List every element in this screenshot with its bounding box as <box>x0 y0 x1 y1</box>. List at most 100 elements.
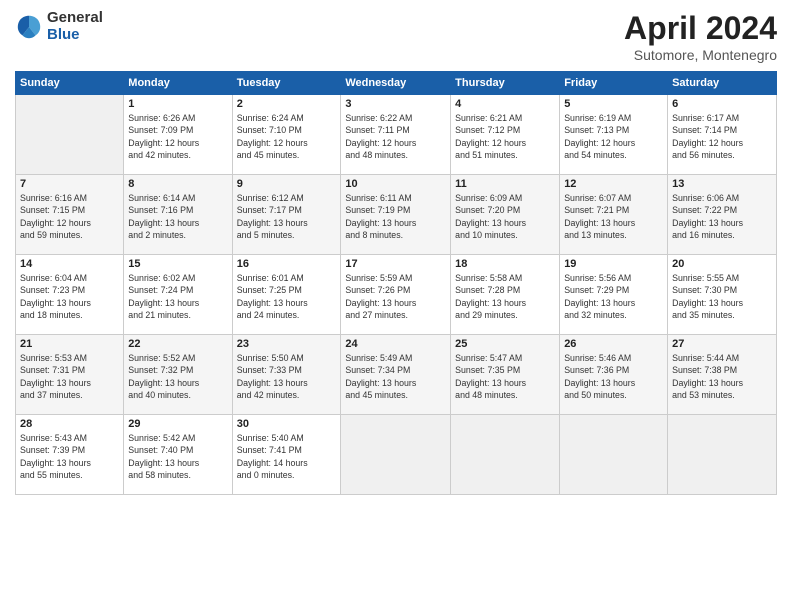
calendar-cell-w2-d1: 7 Sunrise: 6:16 AM Sunset: 7:15 PM Daylig… <box>16 175 124 255</box>
day-number-7: 7 <box>20 178 119 190</box>
day-info-8: Sunrise: 6:14 AM Sunset: 7:16 PM Dayligh… <box>128 192 227 241</box>
day-number-14: 14 <box>20 258 119 270</box>
day-number-10: 10 <box>345 178 446 190</box>
day-info-15: Sunrise: 6:02 AM Sunset: 7:24 PM Dayligh… <box>128 272 227 321</box>
day-number-23: 23 <box>237 338 337 350</box>
day-info-11: Sunrise: 6:09 AM Sunset: 7:20 PM Dayligh… <box>455 192 555 241</box>
logo-icon <box>15 13 43 41</box>
day-number-16: 16 <box>237 258 337 270</box>
calendar-cell-w4-d5: 25Sunrise: 5:47 AM Sunset: 7:35 PM Dayli… <box>451 335 560 415</box>
calendar-cell-w3-d2: 15 Sunrise: 6:02 AM Sunset: 7:24 PM Dayli… <box>124 255 232 335</box>
calendar-cell-w1-d2: 1Sunrise: 6:26 AM Sunset: 7:09 PM Daylig… <box>124 95 232 175</box>
day-number-20: 20 <box>672 258 772 270</box>
header-thursday: Thursday <box>451 72 560 95</box>
day-number-24: 24 <box>345 338 446 350</box>
calendar-cell-w5-d6 <box>560 415 668 495</box>
day-number-5: 5 <box>564 98 663 110</box>
calendar-cell-w1-d4: 3 Sunrise: 6:22 AM Sunset: 7:11 PM Daylig… <box>341 95 451 175</box>
day-number-3: 3 <box>345 98 446 110</box>
calendar-cell-w1-d1 <box>16 95 124 175</box>
day-info-13: Sunrise: 6:06 AM Sunset: 7:22 PM Dayligh… <box>672 192 772 241</box>
header: General Blue April 2024 Sutomore, Monten… <box>15 10 777 63</box>
calendar-cell-w1-d3: 2 Sunrise: 6:24 AM Sunset: 7:10 PM Daylig… <box>232 95 341 175</box>
logo-text: General Blue <box>47 10 103 43</box>
header-tuesday: Tuesday <box>232 72 341 95</box>
day-info-24: Sunrise: 5:49 AM Sunset: 7:34 PM Dayligh… <box>345 352 446 401</box>
day-number-12: 12 <box>564 178 663 190</box>
calendar-week-5: 28Sunrise: 5:43 AM Sunset: 7:39 PM Dayli… <box>16 415 777 495</box>
day-number-4: 4 <box>455 98 555 110</box>
day-info-30: Sunrise: 5:40 AM Sunset: 7:41 PM Dayligh… <box>237 432 337 481</box>
calendar-cell-w1-d5: 4 Sunrise: 6:21 AM Sunset: 7:12 PM Daylig… <box>451 95 560 175</box>
day-info-10: Sunrise: 6:11 AM Sunset: 7:19 PM Dayligh… <box>345 192 446 241</box>
calendar-cell-w3-d7: 20 Sunrise: 5:55 AM Sunset: 7:30 PM Dayli… <box>668 255 777 335</box>
calendar-cell-w4-d3: 23 Sunrise: 5:50 AM Sunset: 7:33 PM Dayli… <box>232 335 341 415</box>
page-container: General Blue April 2024 Sutomore, Monten… <box>0 0 792 505</box>
calendar-cell-w1-d6: 5Sunrise: 6:19 AM Sunset: 7:13 PM Daylig… <box>560 95 668 175</box>
calendar-cell-w2-d7: 13 Sunrise: 6:06 AM Sunset: 7:22 PM Dayli… <box>668 175 777 255</box>
calendar-cell-w4-d2: 22 Sunrise: 5:52 AM Sunset: 7:32 PM Dayli… <box>124 335 232 415</box>
title-block: April 2024 Sutomore, Montenegro <box>624 10 777 63</box>
calendar-cell-w5-d4 <box>341 415 451 495</box>
day-number-11: 11 <box>455 178 555 190</box>
day-info-7: Sunrise: 6:16 AM Sunset: 7:15 PM Dayligh… <box>20 192 119 241</box>
calendar-week-4: 21 Sunrise: 5:53 AM Sunset: 7:31 PM Dayli… <box>16 335 777 415</box>
logo: General Blue <box>15 10 103 43</box>
day-number-6: 6 <box>672 98 772 110</box>
day-number-22: 22 <box>128 338 227 350</box>
day-info-20: Sunrise: 5:55 AM Sunset: 7:30 PM Dayligh… <box>672 272 772 321</box>
calendar-cell-w4-d4: 24 Sunrise: 5:49 AM Sunset: 7:34 PM Dayli… <box>341 335 451 415</box>
day-number-17: 17 <box>345 258 446 270</box>
day-number-18: 18 <box>455 258 555 270</box>
day-info-21: Sunrise: 5:53 AM Sunset: 7:31 PM Dayligh… <box>20 352 119 401</box>
day-info-25: Sunrise: 5:47 AM Sunset: 7:35 PM Dayligh… <box>455 352 555 401</box>
calendar-cell-w4-d7: 27Sunrise: 5:44 AM Sunset: 7:38 PM Dayli… <box>668 335 777 415</box>
day-info-26: Sunrise: 5:46 AM Sunset: 7:36 PM Dayligh… <box>564 352 663 401</box>
calendar-cell-w3-d4: 17 Sunrise: 5:59 AM Sunset: 7:26 PM Dayli… <box>341 255 451 335</box>
calendar-cell-w5-d7 <box>668 415 777 495</box>
day-number-13: 13 <box>672 178 772 190</box>
day-number-28: 28 <box>20 418 119 430</box>
calendar-cell-w2-d5: 11 Sunrise: 6:09 AM Sunset: 7:20 PM Dayli… <box>451 175 560 255</box>
day-info-9: Sunrise: 6:12 AM Sunset: 7:17 PM Dayligh… <box>237 192 337 241</box>
calendar-cell-w1-d7: 6 Sunrise: 6:17 AM Sunset: 7:14 PM Daylig… <box>668 95 777 175</box>
day-number-15: 15 <box>128 258 227 270</box>
calendar-cell-w5-d3: 30 Sunrise: 5:40 AM Sunset: 7:41 PM Dayli… <box>232 415 341 495</box>
calendar-cell-w5-d1: 28Sunrise: 5:43 AM Sunset: 7:39 PM Dayli… <box>16 415 124 495</box>
day-number-29: 29 <box>128 418 227 430</box>
day-info-23: Sunrise: 5:50 AM Sunset: 7:33 PM Dayligh… <box>237 352 337 401</box>
calendar-location: Sutomore, Montenegro <box>624 47 777 63</box>
day-number-8: 8 <box>128 178 227 190</box>
calendar-cell-w3-d6: 19 Sunrise: 5:56 AM Sunset: 7:29 PM Dayli… <box>560 255 668 335</box>
day-info-6: Sunrise: 6:17 AM Sunset: 7:14 PM Dayligh… <box>672 112 772 161</box>
header-sunday: Sunday <box>16 72 124 95</box>
calendar-cell-w2-d2: 8 Sunrise: 6:14 AM Sunset: 7:16 PM Daylig… <box>124 175 232 255</box>
day-info-2: Sunrise: 6:24 AM Sunset: 7:10 PM Dayligh… <box>237 112 337 161</box>
calendar-cell-w4-d1: 21 Sunrise: 5:53 AM Sunset: 7:31 PM Dayli… <box>16 335 124 415</box>
day-number-19: 19 <box>564 258 663 270</box>
calendar-cell-w5-d5 <box>451 415 560 495</box>
calendar-table: Sunday Monday Tuesday Wednesday Thursday… <box>15 71 777 495</box>
day-number-21: 21 <box>20 338 119 350</box>
header-friday: Friday <box>560 72 668 95</box>
calendar-week-2: 7 Sunrise: 6:16 AM Sunset: 7:15 PM Daylig… <box>16 175 777 255</box>
calendar-cell-w5-d2: 29 Sunrise: 5:42 AM Sunset: 7:40 PM Dayli… <box>124 415 232 495</box>
day-info-29: Sunrise: 5:42 AM Sunset: 7:40 PM Dayligh… <box>128 432 227 481</box>
day-info-17: Sunrise: 5:59 AM Sunset: 7:26 PM Dayligh… <box>345 272 446 321</box>
day-info-19: Sunrise: 5:56 AM Sunset: 7:29 PM Dayligh… <box>564 272 663 321</box>
day-info-12: Sunrise: 6:07 AM Sunset: 7:21 PM Dayligh… <box>564 192 663 241</box>
day-info-3: Sunrise: 6:22 AM Sunset: 7:11 PM Dayligh… <box>345 112 446 161</box>
day-info-22: Sunrise: 5:52 AM Sunset: 7:32 PM Dayligh… <box>128 352 227 401</box>
day-info-4: Sunrise: 6:21 AM Sunset: 7:12 PM Dayligh… <box>455 112 555 161</box>
day-info-27: Sunrise: 5:44 AM Sunset: 7:38 PM Dayligh… <box>672 352 772 401</box>
calendar-cell-w4-d6: 26Sunrise: 5:46 AM Sunset: 7:36 PM Dayli… <box>560 335 668 415</box>
day-number-30: 30 <box>237 418 337 430</box>
day-info-14: Sunrise: 6:04 AM Sunset: 7:23 PM Dayligh… <box>20 272 119 321</box>
calendar-cell-w3-d1: 14 Sunrise: 6:04 AM Sunset: 7:23 PM Dayli… <box>16 255 124 335</box>
header-wednesday: Wednesday <box>341 72 451 95</box>
day-number-2: 2 <box>237 98 337 110</box>
calendar-cell-w2-d3: 9Sunrise: 6:12 AM Sunset: 7:17 PM Daylig… <box>232 175 341 255</box>
calendar-cell-w3-d3: 16Sunrise: 6:01 AM Sunset: 7:25 PM Dayli… <box>232 255 341 335</box>
calendar-cell-w3-d5: 18Sunrise: 5:58 AM Sunset: 7:28 PM Dayli… <box>451 255 560 335</box>
header-monday: Monday <box>124 72 232 95</box>
